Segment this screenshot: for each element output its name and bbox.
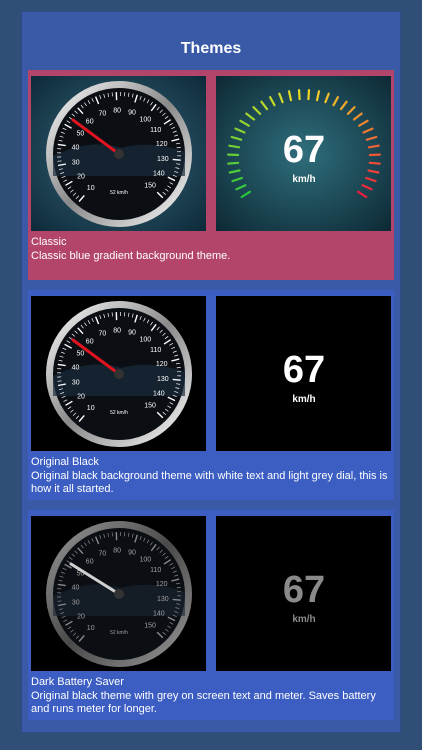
dial-scale-label: 10 bbox=[87, 405, 95, 412]
theme-description: Classic blue gradient background theme. bbox=[31, 250, 231, 262]
theme-card-original-black[interactable]: 10 20 30 40 50 60 70 80 90 100 110 120 130 140 150 52 … bbox=[28, 290, 394, 500]
dial-scale-label: 110 bbox=[150, 347, 161, 354]
dial-scale-label: 50 bbox=[77, 131, 85, 138]
dial-scale-label: 120 bbox=[156, 581, 168, 588]
theme-name: Classic bbox=[31, 236, 67, 248]
dial-scale-label: 20 bbox=[77, 394, 85, 401]
dial-scale-label: 60 bbox=[86, 559, 94, 566]
speed-arc-tick bbox=[227, 161, 240, 165]
analog-dial-preview: 10 20 30 40 50 60 70 80 90 100 110 120 130 140 150 52 … bbox=[31, 76, 206, 231]
dial-tick bbox=[176, 147, 181, 149]
digital-gauge: 67 km/h bbox=[216, 516, 391, 671]
page-title: Themes bbox=[180, 40, 242, 57]
dial-tick bbox=[172, 378, 181, 381]
digital-preview: 67 km/h bbox=[216, 76, 391, 231]
dial-scale-label: 130 bbox=[157, 596, 169, 603]
analog-gauge: 10203040506070 80 90100110120130140150 52 … bbox=[31, 76, 206, 231]
digital-gauge: 67 km/h bbox=[216, 296, 391, 451]
theme-card-dark-battery-saver[interactable]: 10 20 30 40 50 60 70 80 90 100 110 120 130 140 150 52 … bbox=[28, 510, 394, 720]
dial-scale-label: 60 bbox=[86, 119, 94, 126]
digital-unit: km/h bbox=[292, 394, 315, 405]
dial-scale-label: 80 bbox=[113, 548, 121, 555]
digital-gauge: 67 km/h bbox=[216, 76, 391, 231]
themes-panel: Themes 10 20 30 40 50 60 70 80 90 100 11… bbox=[22, 12, 400, 732]
analog-dial-preview: 10 20 30 40 50 60 70 80 90 100 110 120 130 140 150 52 … bbox=[31, 516, 206, 671]
theme-description: Original black theme with grey on screen… bbox=[31, 690, 376, 715]
analog-dial-preview: 10 20 30 40 50 60 70 80 90 100 110 120 130 140 150 52 … bbox=[31, 296, 206, 451]
dial-scale-label: 70 bbox=[99, 551, 107, 558]
dial-readout: 52 km/h bbox=[110, 410, 128, 416]
digital-speed: 67 bbox=[283, 569, 325, 611]
dial-scale-label: 60 bbox=[86, 339, 94, 346]
dial-scale-label: 140 bbox=[153, 390, 165, 397]
speed-arc-tick bbox=[307, 89, 311, 101]
analog-gauge: 10203040506070 80 90100110120130140150 52 … bbox=[31, 296, 206, 451]
dial-scale-label: 140 bbox=[153, 170, 165, 177]
digital-speed: 67 bbox=[283, 129, 325, 171]
dial-scale-label: 30 bbox=[72, 380, 80, 387]
dial-scale-label: 130 bbox=[157, 156, 169, 163]
theme-name: Original Black bbox=[31, 456, 99, 468]
dial-scale-label: 10 bbox=[87, 625, 95, 632]
dial-tick bbox=[176, 367, 181, 369]
dial-scale-label: 110 bbox=[150, 127, 161, 134]
dial-scale-label: 150 bbox=[144, 183, 156, 190]
dial-tick bbox=[176, 587, 181, 589]
dial-tick bbox=[172, 598, 181, 601]
dial-scale-label: 110 bbox=[150, 567, 161, 574]
dial-scale-label: 90 bbox=[128, 550, 136, 557]
dial-scale-label: 90 bbox=[128, 110, 136, 117]
digital-speed: 67 bbox=[283, 349, 325, 391]
digital-preview: 67 km/h bbox=[216, 516, 391, 671]
dial-scale-label: 100 bbox=[139, 556, 151, 563]
dial-scale-label: 30 bbox=[72, 160, 80, 167]
dial-scale-label: 40 bbox=[72, 145, 80, 152]
speed-arc-tick bbox=[368, 161, 381, 165]
dial-readout: 52 km/h bbox=[110, 630, 128, 636]
dial-scale-label: 100 bbox=[139, 336, 151, 343]
dial-scale-label: 70 bbox=[99, 331, 107, 338]
theme-name: Dark Battery Saver bbox=[31, 676, 124, 688]
dial-scale-label: 150 bbox=[144, 623, 156, 630]
dial-scale-label: 70 bbox=[99, 111, 107, 118]
dial-scale-label: 150 bbox=[144, 403, 156, 410]
digital-unit: km/h bbox=[292, 174, 315, 185]
dial-scale-label: 80 bbox=[113, 108, 121, 115]
dial-scale-label: 120 bbox=[156, 361, 168, 368]
dial-scale-label: 30 bbox=[72, 600, 80, 607]
dial-scale-label: 40 bbox=[72, 365, 80, 372]
digital-preview: 67 km/h bbox=[216, 296, 391, 451]
digital-unit: km/h bbox=[292, 614, 315, 625]
dial-scale-label: 40 bbox=[72, 585, 80, 592]
dial-scale-label: 130 bbox=[157, 376, 169, 383]
dial-scale-label: 80 bbox=[113, 328, 121, 335]
analog-gauge: 10203040506070 80 90100110120130140150 52 … bbox=[31, 516, 206, 671]
dial-scale-label: 90 bbox=[128, 330, 136, 337]
dial-scale-label: 20 bbox=[77, 614, 85, 621]
theme-description: Original black background theme with whi… bbox=[31, 470, 388, 495]
speed-arc-tick bbox=[297, 89, 301, 101]
dial-readout: 52 km/h bbox=[110, 190, 128, 196]
dial-scale-label: 140 bbox=[153, 610, 165, 617]
theme-card-classic[interactable]: 10 20 30 40 50 60 70 80 90 100 110 120 130 140 150 52 … bbox=[28, 70, 394, 280]
dial-scale-label: 20 bbox=[77, 174, 85, 181]
dial-scale-label: 120 bbox=[156, 141, 168, 148]
dial-tick bbox=[172, 158, 181, 161]
dial-scale-label: 10 bbox=[87, 185, 95, 192]
dial-scale-label: 100 bbox=[139, 116, 151, 123]
dial-scale-label: 50 bbox=[77, 351, 85, 358]
